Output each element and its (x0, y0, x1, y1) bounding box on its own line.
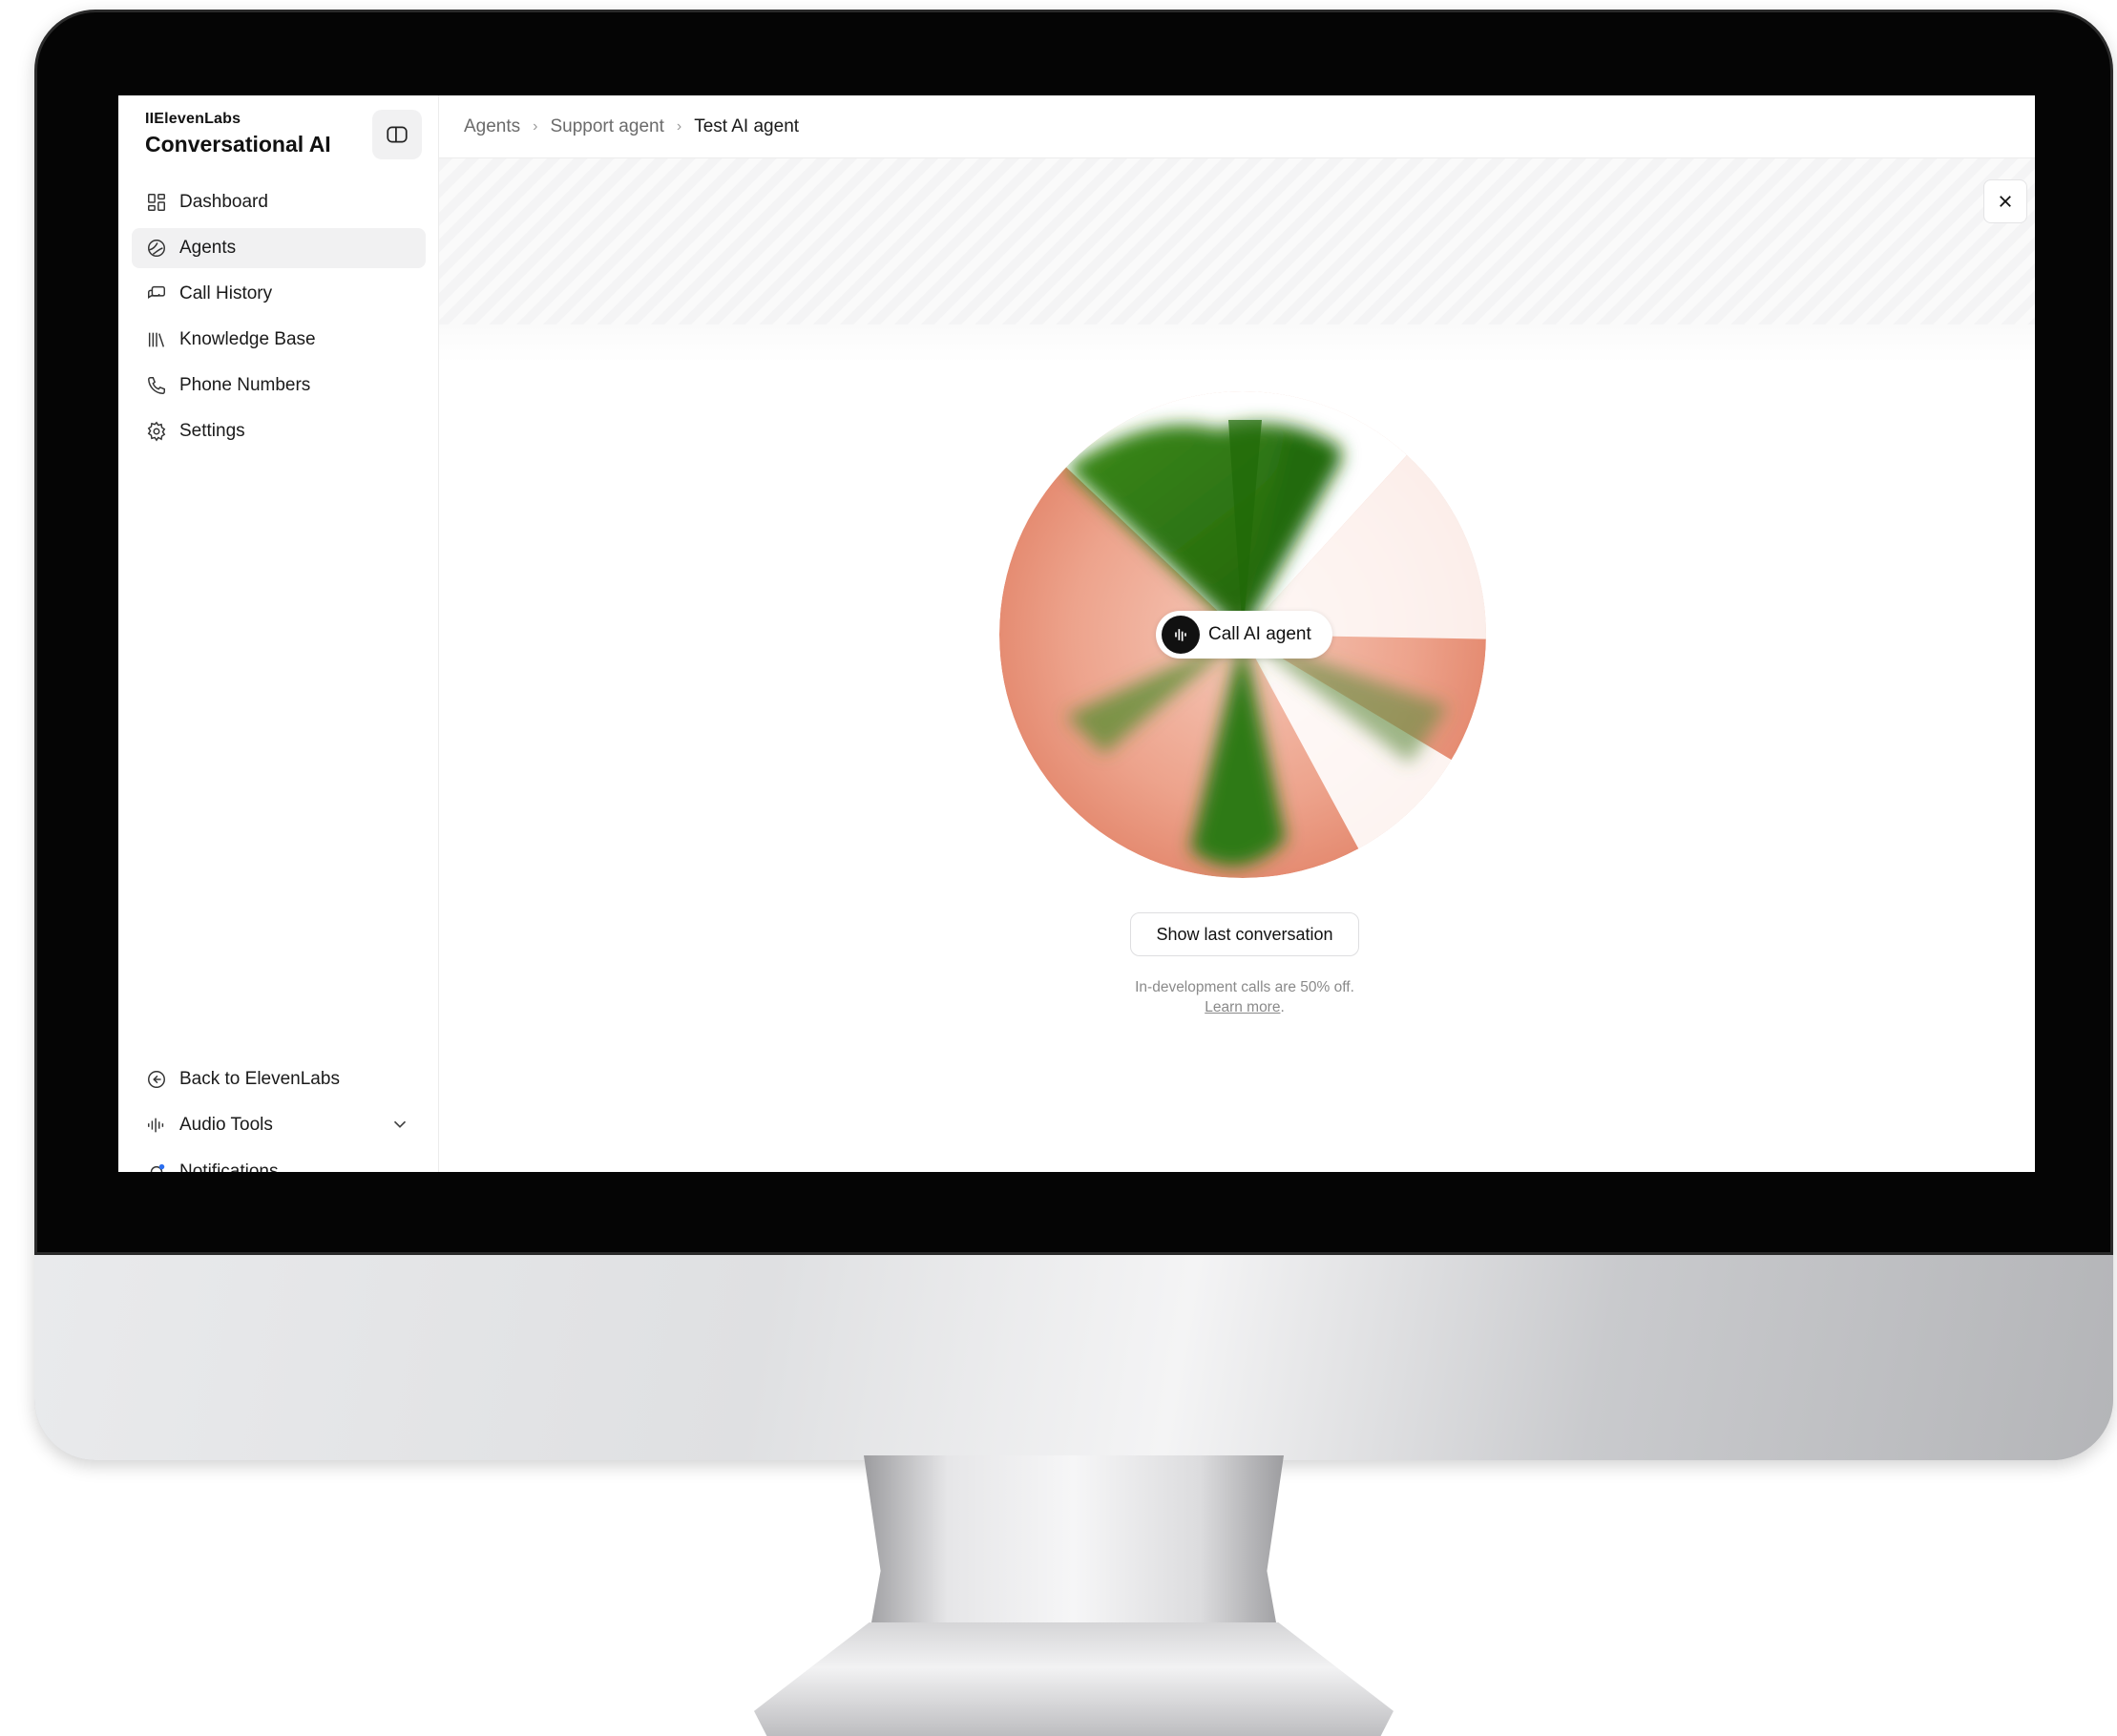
sidebar-item-notifications[interactable]: Notifications (132, 1148, 426, 1172)
breadcrumb-item-agents[interactable]: Agents (464, 116, 520, 137)
show-last-conversation-button[interactable]: Show last conversation (1130, 912, 1359, 956)
sidebar-item-call-history[interactable]: Call History (132, 274, 426, 314)
breadcrumb-item-current: Test AI agent (694, 115, 800, 136)
sidebar-item-dashboard[interactable]: Dashboard (132, 182, 426, 222)
monitor-stand-base (754, 1622, 1394, 1736)
waveform-icon (145, 1114, 168, 1137)
bell-icon (145, 1161, 168, 1172)
learn-more-link[interactable]: Learn more (1205, 999, 1280, 1015)
arrow-left-circle-icon (145, 1068, 168, 1091)
app-title: Conversational AI (145, 132, 331, 157)
sidebar: IIElevenLabs Conversational AI Dashboard… (118, 95, 439, 1172)
header-pattern (439, 158, 2035, 324)
screen: IIElevenLabs Conversational AI Dashboard… (118, 95, 2035, 1172)
panel-toggle-icon (387, 126, 408, 143)
dashboard-icon (145, 191, 168, 214)
pricing-note: In-development calls are 50% off. Learn … (1054, 977, 1436, 1017)
sidebar-item-agents[interactable]: Agents (132, 228, 426, 268)
sidebar-item-label: Settings (179, 421, 245, 441)
monitor-chin (34, 1255, 2113, 1460)
brand-logo: IIElevenLabs (145, 111, 241, 127)
agents-icon (145, 237, 168, 260)
chevron-right-icon: › (533, 117, 538, 135)
gear-icon (145, 420, 168, 443)
call-history-icon (145, 282, 168, 305)
sidebar-item-label: Audio Tools (179, 1115, 273, 1135)
sidebar-item-label: Notifications (179, 1161, 279, 1172)
sidebar-item-label: Agents (179, 238, 237, 258)
breadcrumb-item-support-agent[interactable]: Support agent (550, 116, 663, 137)
sidebar-item-back-to-elevenlabs[interactable]: Back to ElevenLabs (132, 1059, 426, 1099)
sidebar-item-settings[interactable]: Settings (132, 411, 426, 451)
header-pattern-fade (439, 324, 2035, 363)
chevron-down-icon (393, 1120, 407, 1128)
call-ai-agent-button[interactable]: Call AI agent (1156, 611, 1332, 659)
sidebar-item-audio-tools[interactable]: Audio Tools (132, 1105, 426, 1145)
call-ai-agent-label: Call AI agent (1208, 624, 1311, 644)
sidebar-item-knowledge-base[interactable]: Knowledge Base (132, 320, 426, 360)
sidebar-item-phone-numbers[interactable]: Phone Numbers (132, 366, 426, 406)
sidebar-item-label: Phone Numbers (179, 375, 311, 395)
knowledge-base-icon (145, 328, 168, 351)
breadcrumb: Agents › Support agent › Test AI agent (439, 95, 2035, 158)
pricing-note-text: In-development calls are 50% off. (1135, 979, 1354, 995)
sidebar-item-label: Knowledge Base (179, 329, 316, 349)
sidebar-item-label: Call History (179, 283, 273, 303)
close-icon (2000, 196, 2011, 207)
sidebar-toggle-button[interactable] (372, 110, 422, 159)
phone-icon (145, 374, 168, 397)
sidebar-item-label: Back to ElevenLabs (179, 1069, 340, 1089)
waveform-icon (1162, 616, 1200, 654)
sidebar-item-label: Dashboard (179, 192, 268, 212)
chevron-right-icon: › (676, 117, 682, 135)
close-button[interactable] (1983, 179, 2027, 223)
